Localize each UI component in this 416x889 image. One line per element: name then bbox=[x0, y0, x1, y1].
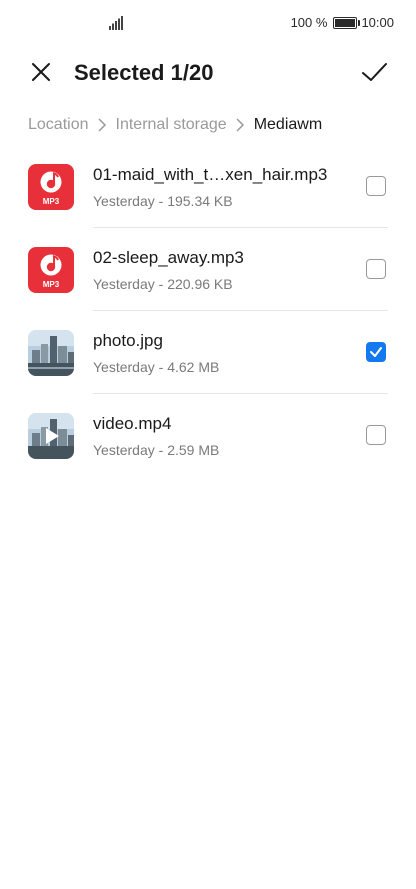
title-bar: Selected 1/20 bbox=[0, 48, 416, 98]
select-checkbox[interactable] bbox=[366, 342, 386, 362]
battery-icon bbox=[333, 16, 361, 29]
list-item[interactable]: MP3 02-sleep_away.mp3 Yesterday - 220.96… bbox=[0, 228, 416, 311]
file-meta: Yesterday - 220.96 KB bbox=[93, 276, 233, 292]
breadcrumb: Location Internal storage Mediawm bbox=[28, 112, 322, 138]
image-thumbnail bbox=[28, 330, 74, 376]
video-thumbnail-icon bbox=[28, 413, 74, 459]
photo-thumbnail-icon bbox=[28, 330, 74, 376]
file-meta: Yesterday - 195.34 KB bbox=[93, 193, 233, 209]
file-name: video.mp4 bbox=[93, 414, 172, 433]
chevron-right-icon bbox=[97, 118, 106, 132]
select-checkbox[interactable] bbox=[366, 176, 386, 196]
select-checkbox[interactable] bbox=[366, 425, 386, 445]
status-right: 100 % 10:00 bbox=[291, 15, 394, 30]
page-title: Selected 1/20 bbox=[74, 60, 214, 85]
file-type-label: MP3 bbox=[42, 280, 60, 289]
file-meta: Yesterday - 4.62 MB bbox=[93, 359, 220, 375]
list-item[interactable]: MP3 01-maid_with_t…xen_hair.mp3 Yesterda… bbox=[0, 145, 416, 228]
chevron-right-icon bbox=[236, 118, 244, 132]
file-name: 01-maid_with_t…xen_hair.mp3 bbox=[93, 165, 328, 184]
file-list: MP3 01-maid_with_t…xen_hair.mp3 Yesterda… bbox=[0, 145, 416, 477]
clock: 10:00 bbox=[361, 15, 394, 30]
breadcrumb-internal-storage[interactable]: Internal storage bbox=[116, 112, 227, 138]
close-icon bbox=[32, 63, 50, 81]
file-meta: Yesterday - 2.59 MB bbox=[93, 442, 220, 458]
checkmark-icon bbox=[362, 63, 387, 81]
file-name: 02-sleep_away.mp3 bbox=[93, 248, 244, 267]
video-thumbnail bbox=[28, 413, 74, 459]
file-name: photo.jpg bbox=[93, 331, 163, 350]
list-item[interactable]: photo.jpg Yesterday - 4.62 MB bbox=[0, 311, 416, 394]
list-item[interactable]: video.mp4 Yesterday - 2.59 MB bbox=[0, 394, 416, 477]
music-file-icon: MP3 bbox=[28, 247, 74, 293]
checkmark-icon bbox=[370, 347, 382, 357]
confirm-button[interactable] bbox=[360, 58, 390, 88]
signal-strength-icon bbox=[109, 16, 123, 30]
music-file-icon: MP3 bbox=[28, 164, 74, 210]
status-bar: 100 % 10:00 bbox=[0, 0, 416, 48]
file-type-label: MP3 bbox=[42, 197, 60, 206]
breadcrumb-mediawm: Mediawm bbox=[253, 116, 323, 133]
select-checkbox[interactable] bbox=[366, 259, 386, 279]
close-button[interactable] bbox=[27, 58, 57, 88]
breadcrumb-location[interactable]: Location bbox=[28, 112, 89, 138]
battery-percent: 100 % bbox=[290, 15, 328, 30]
